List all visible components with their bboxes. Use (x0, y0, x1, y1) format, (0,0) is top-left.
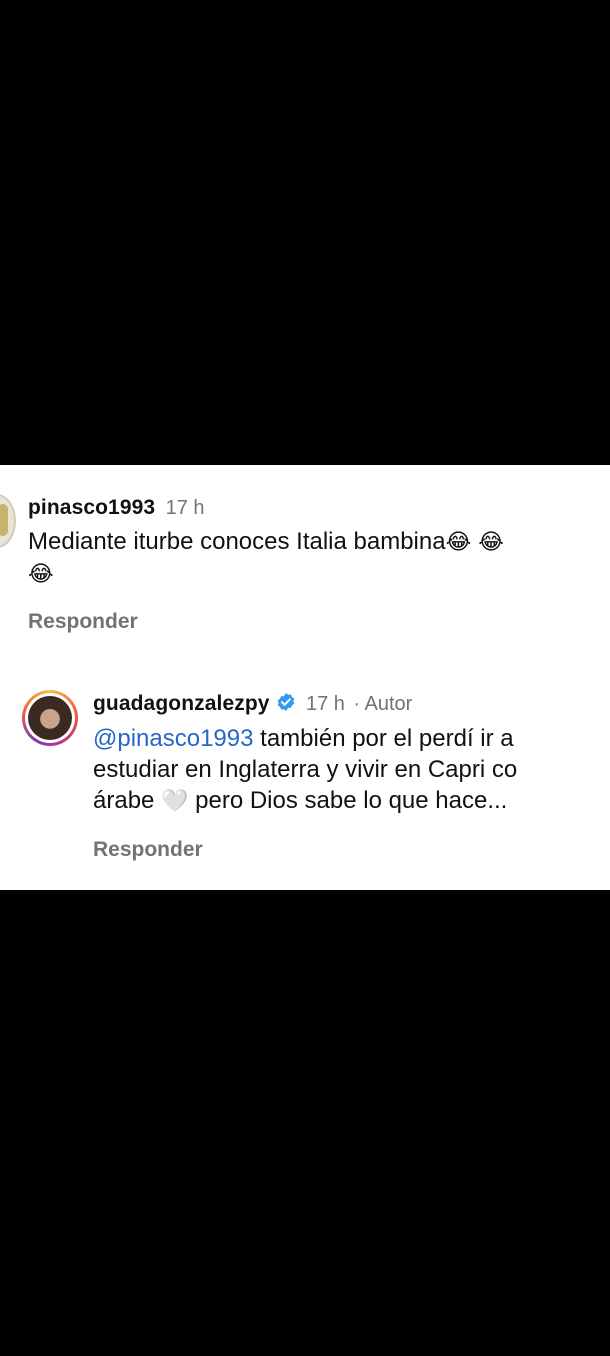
avatar-ring (25, 693, 75, 743)
laughing-emoji-icon: 😂 😂 (445, 530, 504, 555)
reply-text: @pinasco1993 también por el perdí ir a e… (93, 723, 610, 817)
reply-text-line3b: pero Dios sabe lo que hace... (188, 787, 508, 814)
reply-text-line2: estudiar en Inglaterra y vivir en Capri … (93, 756, 518, 783)
reply-username[interactable]: guadagonzalezpy (93, 692, 270, 715)
reply-header: guadagonzalezpy 17 h · Autor (93, 692, 610, 716)
white-heart-icon: 🤍 (161, 789, 189, 814)
comment-header: pinasco1993 17 h (28, 496, 610, 520)
comment-text: Mediante iturbe conoces Italia bambina😂 … (28, 526, 610, 590)
reply-button[interactable]: Responder (28, 610, 138, 634)
author-label: · Autor (353, 693, 413, 715)
comment-username[interactable]: pinasco1993 (28, 496, 155, 519)
laughing-emoji-icon: 😂 (28, 562, 54, 587)
reply-text-line1: también por el perdí ir a (253, 725, 514, 752)
comment-text-line1: Mediante iturbe conoces Italia bambina (28, 528, 446, 555)
reply-block: guadagonzalezpy 17 h · Autor @pinasco199… (93, 692, 610, 817)
mention-link[interactable]: @pinasco1993 (93, 725, 253, 752)
avatar-photo (28, 696, 72, 740)
reply-text-line3a: árabe (93, 787, 155, 814)
author-avatar[interactable] (22, 690, 78, 746)
comment-time: 17 h (165, 497, 205, 519)
comment-block: pinasco1993 17 h Mediante iturbe conoces… (28, 496, 610, 590)
verified-badge-icon (277, 693, 294, 711)
reply-time: 17 h (305, 693, 345, 715)
reply-button-author[interactable]: Responder (93, 838, 203, 862)
